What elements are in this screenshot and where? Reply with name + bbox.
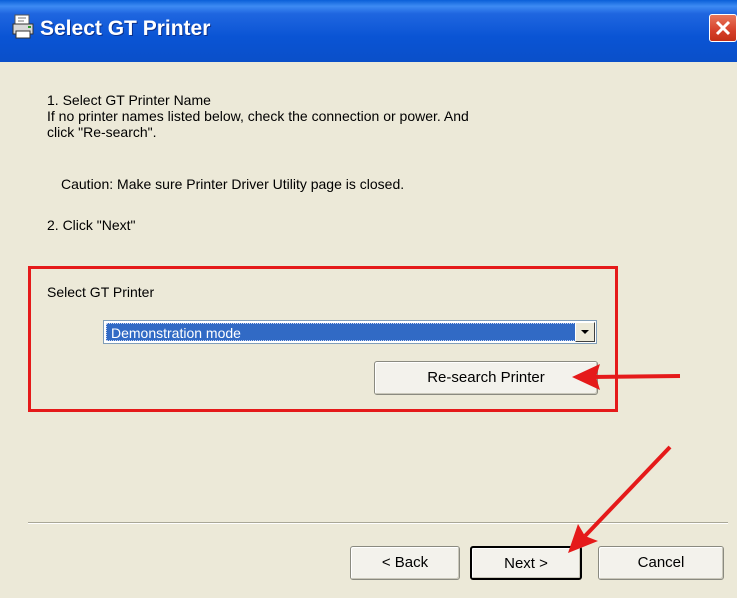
window-title: Select GT Printer xyxy=(40,17,211,40)
step1-title: 1. Select GT Printer Name xyxy=(47,92,211,108)
printer-icon xyxy=(12,14,34,39)
printer-select-value: Demonstration mode xyxy=(106,323,576,341)
close-button[interactable] xyxy=(709,14,737,42)
close-icon xyxy=(715,20,731,36)
research-printer-button[interactable]: Re-search Printer xyxy=(374,361,598,395)
step2-text: 2. Click "Next" xyxy=(47,217,136,233)
arrow-to-next-button-icon xyxy=(568,445,672,553)
step1-line1: If no printer names listed below, check … xyxy=(47,108,469,124)
back-button[interactable]: < Back xyxy=(350,546,460,580)
chevron-down-icon[interactable] xyxy=(575,322,595,342)
caution-text: Caution: Make sure Printer Driver Utilit… xyxy=(61,176,405,192)
title-bar: Select GT Printer xyxy=(0,0,737,62)
step1-line2: click "Re-search". xyxy=(47,124,157,140)
next-button[interactable]: Next > xyxy=(470,546,582,580)
printer-select[interactable]: Demonstration mode xyxy=(103,320,597,344)
cancel-button[interactable]: Cancel xyxy=(598,546,724,580)
footer-separator xyxy=(28,522,728,524)
group-label: Select GT Printer xyxy=(47,284,155,300)
